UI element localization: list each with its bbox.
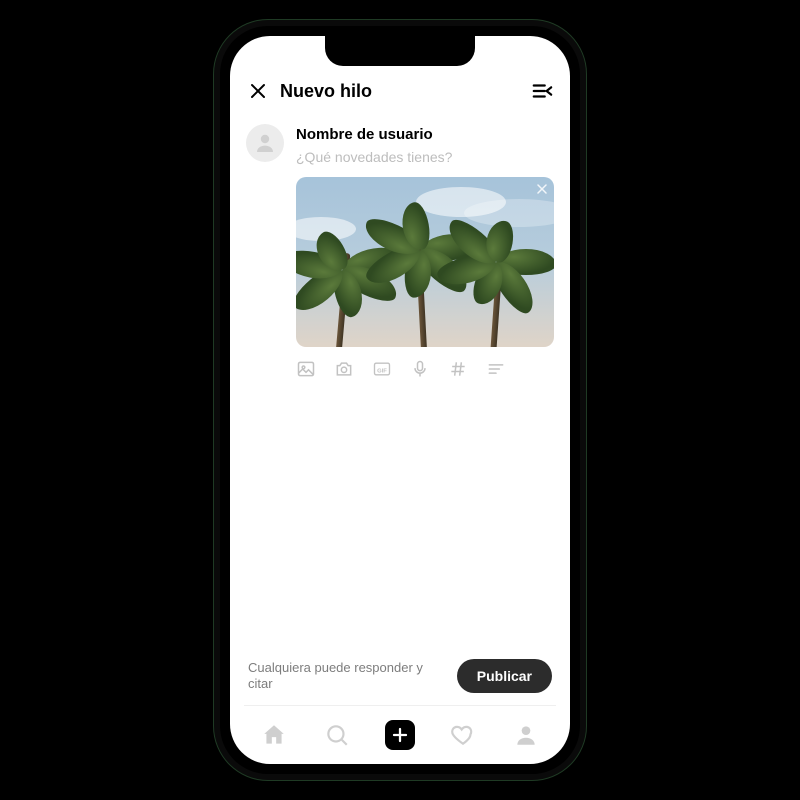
user-icon xyxy=(253,131,277,155)
hashtag-button[interactable] xyxy=(448,359,468,379)
mic-icon xyxy=(410,359,430,379)
gallery-icon xyxy=(296,359,316,379)
close-icon xyxy=(249,82,267,100)
nav-profile[interactable] xyxy=(511,720,541,750)
heart-icon xyxy=(450,722,476,748)
align-button[interactable] xyxy=(486,359,506,379)
username-label: Nombre de usuario xyxy=(296,126,554,143)
publish-button[interactable]: Publicar xyxy=(457,659,552,693)
profile-icon xyxy=(513,722,539,748)
header-menu-button[interactable] xyxy=(530,79,554,103)
camera-button[interactable] xyxy=(334,359,354,379)
attached-image[interactable] xyxy=(296,177,554,347)
nav-activity[interactable] xyxy=(448,720,478,750)
header-title: Nuevo hilo xyxy=(280,81,530,102)
search-icon xyxy=(324,722,350,748)
svg-text:GIF: GIF xyxy=(377,368,387,374)
home-icon xyxy=(261,722,287,748)
composer: Nombre de usuario ¿Qué novedades tienes? xyxy=(230,116,570,379)
nav-search[interactable] xyxy=(322,720,352,750)
nav-compose[interactable] xyxy=(385,720,415,750)
spacer xyxy=(230,379,570,647)
gif-icon: GIF xyxy=(372,359,392,379)
mic-button[interactable] xyxy=(410,359,430,379)
compose-header: Nuevo hilo xyxy=(230,66,570,116)
device-bezel: Nuevo hilo Nombre de usuario ¿Qué noveda… xyxy=(220,26,580,774)
plus-badge xyxy=(385,720,415,750)
reply-visibility-button[interactable]: Cualquiera puede responder y citar xyxy=(248,660,443,693)
close-button[interactable] xyxy=(246,79,270,103)
device-frame: Nuevo hilo Nombre de usuario ¿Qué noveda… xyxy=(214,20,586,780)
gallery-button[interactable] xyxy=(296,359,316,379)
nav-home[interactable] xyxy=(259,720,289,750)
menu-collapse-icon xyxy=(531,80,553,102)
publish-row: Cualquiera puede responder y citar Publi… xyxy=(230,647,570,705)
device-notch xyxy=(325,36,475,66)
image-scene xyxy=(296,177,554,347)
remove-attachment-button[interactable] xyxy=(536,183,548,197)
attachment-toolbar: GIF xyxy=(296,359,554,379)
hash-icon xyxy=(448,359,468,379)
camera-icon xyxy=(334,359,354,379)
align-icon xyxy=(486,359,506,379)
app-screen: Nuevo hilo Nombre de usuario ¿Qué noveda… xyxy=(230,36,570,764)
avatar[interactable] xyxy=(246,124,284,162)
gif-button[interactable]: GIF xyxy=(372,359,392,379)
composer-column: Nombre de usuario ¿Qué novedades tienes? xyxy=(296,124,554,379)
close-icon xyxy=(536,183,548,195)
bottom-nav xyxy=(230,706,570,764)
plus-icon xyxy=(391,726,409,744)
compose-input[interactable]: ¿Qué novedades tienes? xyxy=(296,149,554,165)
